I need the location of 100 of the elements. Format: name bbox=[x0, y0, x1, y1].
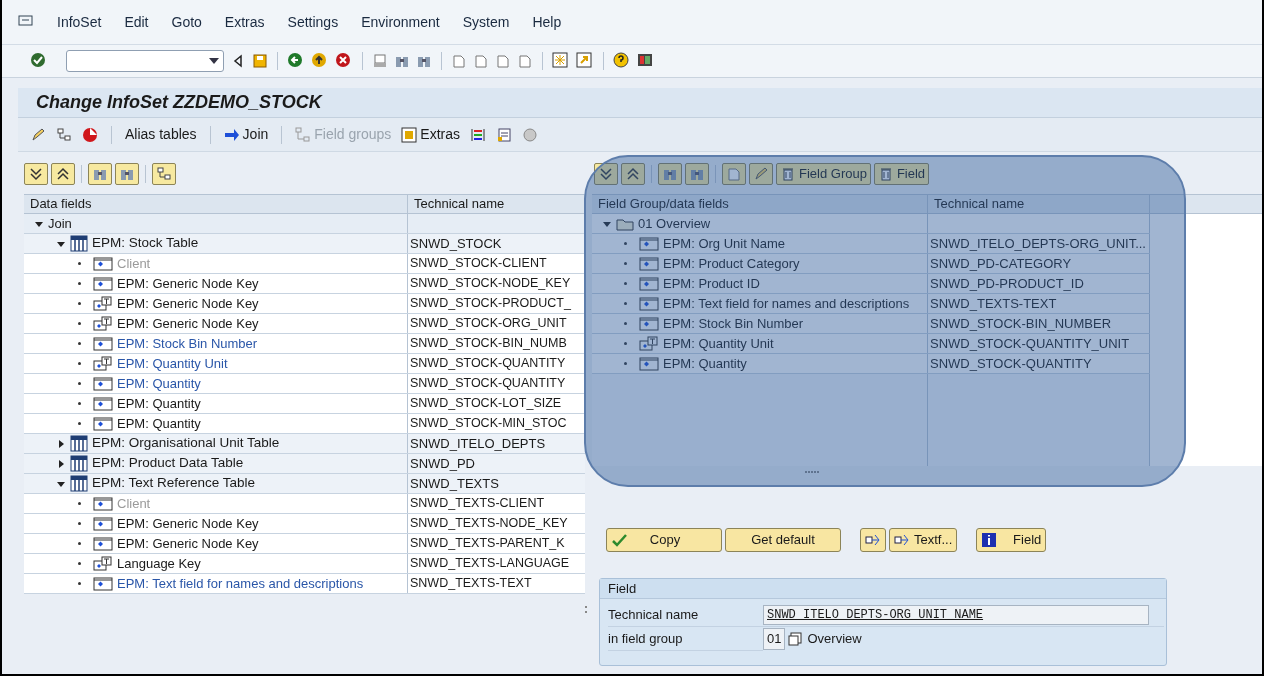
hierarchy-button[interactable] bbox=[152, 163, 176, 185]
screen-title: Change InfoSet ZZDEMO_STOCK bbox=[36, 91, 322, 114]
field-label[interactable]: EPM: Product ID bbox=[663, 274, 760, 293]
menu-icon[interactable] bbox=[18, 15, 34, 29]
dropdown-icon[interactable] bbox=[209, 58, 219, 64]
tree-node-label[interactable]: EPM: Organisational Unit Table bbox=[92, 434, 280, 453]
field-label[interactable]: EPM: Quantity bbox=[117, 414, 201, 433]
technical-name: SNWD_TEXTS-PARENT_K bbox=[410, 535, 565, 553]
menu-item[interactable]: Goto bbox=[171, 11, 202, 33]
column-header[interactable]: Technical name bbox=[928, 195, 1150, 213]
menu-item[interactable]: InfoSet bbox=[57, 11, 102, 33]
find-button[interactable] bbox=[658, 163, 682, 185]
action-button[interactable]: Field bbox=[976, 528, 1047, 552]
technical-name: SNWD_STOCK-BIN_NUMBER bbox=[930, 314, 1112, 333]
technical-name: SNWD_ITELO_DEPTS-ORG_UNIT... bbox=[930, 234, 1146, 253]
page-icon[interactable] bbox=[451, 53, 467, 69]
color-list-icon[interactable] bbox=[470, 126, 486, 143]
tree-icon bbox=[295, 126, 312, 143]
technical-name-field[interactable]: SNWD_ITELO_DEPTS-ORG_UNIT_NAME bbox=[763, 604, 1149, 625]
field-label[interactable]: EPM: Generic Node Key bbox=[117, 534, 259, 553]
field-label[interactable]: Language Key bbox=[117, 554, 201, 573]
column-header[interactable]: Technical name bbox=[408, 195, 585, 213]
technical-name: SNWD_STOCK-QUANTITY bbox=[410, 375, 566, 393]
expand-all-icon bbox=[28, 166, 44, 182]
menu-item[interactable]: Help bbox=[532, 11, 562, 33]
caret-right-icon[interactable] bbox=[56, 458, 66, 469]
column-header[interactable]: Data fields bbox=[24, 195, 408, 213]
tree-node-label[interactable]: EPM: Text Reference Table bbox=[92, 474, 256, 493]
menu-item[interactable]: Edit bbox=[124, 11, 149, 33]
column-header[interactable]: Field Group/data fields bbox=[592, 195, 928, 213]
cancel-icon[interactable] bbox=[335, 52, 353, 70]
move-button[interactable] bbox=[860, 528, 886, 552]
page-icon[interactable] bbox=[517, 53, 533, 69]
field-group-label[interactable]: 01 Overview bbox=[638, 214, 711, 233]
field-label[interactable]: EPM: Text field for names and descriptions bbox=[663, 294, 910, 313]
field-label[interactable]: EPM: Stock Bin Number bbox=[663, 314, 804, 333]
field-label[interactable]: EPM: Quantity Unit bbox=[663, 334, 774, 353]
extras-icon bbox=[401, 126, 418, 143]
technical-name: SNWD_TEXTS bbox=[410, 474, 499, 493]
technical-name: SNWD_PD-CATEGORY bbox=[930, 254, 1072, 273]
tree-node-label: Join bbox=[48, 214, 72, 233]
menu-item[interactable]: Extras bbox=[224, 11, 265, 33]
field-label[interactable]: EPM: Generic Node Key bbox=[117, 294, 259, 313]
collapse-all-button[interactable] bbox=[51, 163, 75, 185]
field-label[interactable]: EPM: Org Unit Name bbox=[663, 234, 786, 253]
check-icon[interactable] bbox=[30, 52, 48, 70]
page-icon[interactable] bbox=[473, 53, 489, 69]
exit-icon[interactable] bbox=[311, 52, 329, 70]
field-label[interactable]: EPM: Quantity bbox=[117, 394, 201, 413]
new-window-icon[interactable] bbox=[552, 52, 570, 70]
technical-name: SNWD_STOCK-QUANTITY bbox=[930, 354, 1092, 373]
info-icon bbox=[981, 532, 998, 548]
back-icon[interactable] bbox=[287, 52, 305, 70]
tree-node-label[interactable]: EPM: Stock Table bbox=[92, 234, 199, 253]
technical-name: SNWD_TEXTS-NODE_KEY bbox=[410, 515, 568, 533]
move-icon bbox=[894, 532, 910, 548]
caret-right-icon[interactable] bbox=[56, 438, 66, 449]
page-icon[interactable] bbox=[495, 53, 511, 69]
save-icon[interactable] bbox=[252, 53, 268, 69]
group-number-field[interactable]: 01 bbox=[763, 628, 786, 650]
technical-name: SNWD_PD-PRODUCT_ID bbox=[930, 274, 1084, 293]
action-button[interactable]: Copy bbox=[606, 528, 722, 552]
field-label: Technical name bbox=[608, 605, 700, 624]
field-label[interactable]: EPM: Generic Node Key bbox=[117, 314, 259, 333]
find-next-button[interactable] bbox=[685, 163, 709, 185]
technical-name: SNWD_TEXTS-TEXT bbox=[410, 575, 532, 593]
field-label[interactable]: EPM: Text field for names and descriptions bbox=[117, 574, 364, 593]
value-help-icon[interactable] bbox=[787, 631, 804, 647]
field-label[interactable]: EPM: Quantity bbox=[663, 354, 747, 373]
hierarchy-icon[interactable] bbox=[56, 126, 72, 143]
toolbar-button[interactable]: Extras bbox=[401, 124, 460, 145]
find-next-button[interactable] bbox=[115, 163, 139, 185]
menu-item[interactable]: Settings bbox=[287, 11, 339, 33]
field-label[interactable]: EPM: Product Category bbox=[663, 254, 800, 273]
expand-all-button[interactable] bbox=[594, 163, 618, 185]
find-button[interactable] bbox=[88, 163, 112, 185]
field-label[interactable]: EPM: Generic Node Key bbox=[117, 274, 259, 293]
field-label[interactable]: EPM: Stock Bin Number bbox=[117, 334, 258, 353]
document-icon[interactable] bbox=[496, 126, 512, 143]
shortcut-icon[interactable] bbox=[576, 52, 594, 70]
toolbar-button[interactable]: Alias tables bbox=[125, 124, 197, 145]
delete-button[interactable]: Field bbox=[873, 163, 930, 185]
field-label[interactable]: EPM: Generic Node Key bbox=[117, 514, 259, 533]
toolbar-button[interactable]: Join bbox=[223, 124, 269, 145]
menu-item[interactable]: System bbox=[462, 11, 510, 33]
menu-item[interactable]: Environment bbox=[361, 11, 440, 33]
technical-name: SNWD_PD bbox=[410, 454, 475, 473]
action-button[interactable]: Get default bbox=[725, 528, 841, 552]
help-icon[interactable] bbox=[613, 52, 631, 70]
technical-name: SNWD_TEXTS-TEXT bbox=[930, 294, 1057, 313]
delete-button[interactable]: Field Group bbox=[776, 163, 871, 185]
field-label[interactable]: EPM: Quantity bbox=[117, 374, 201, 393]
expand-all-button[interactable] bbox=[24, 163, 48, 185]
technical-name: SNWD_STOCK-ORG_UNIT bbox=[410, 315, 567, 333]
action-button[interactable]: Textf... bbox=[889, 528, 958, 552]
technical-name: SNWD_ITELO_DEPTS bbox=[410, 434, 546, 453]
tree-node-label[interactable]: EPM: Product Data Table bbox=[92, 454, 244, 473]
command-field[interactable] bbox=[66, 50, 224, 72]
pencil-icon[interactable] bbox=[30, 126, 46, 143]
field-label[interactable]: EPM: Quantity Unit bbox=[117, 354, 228, 373]
